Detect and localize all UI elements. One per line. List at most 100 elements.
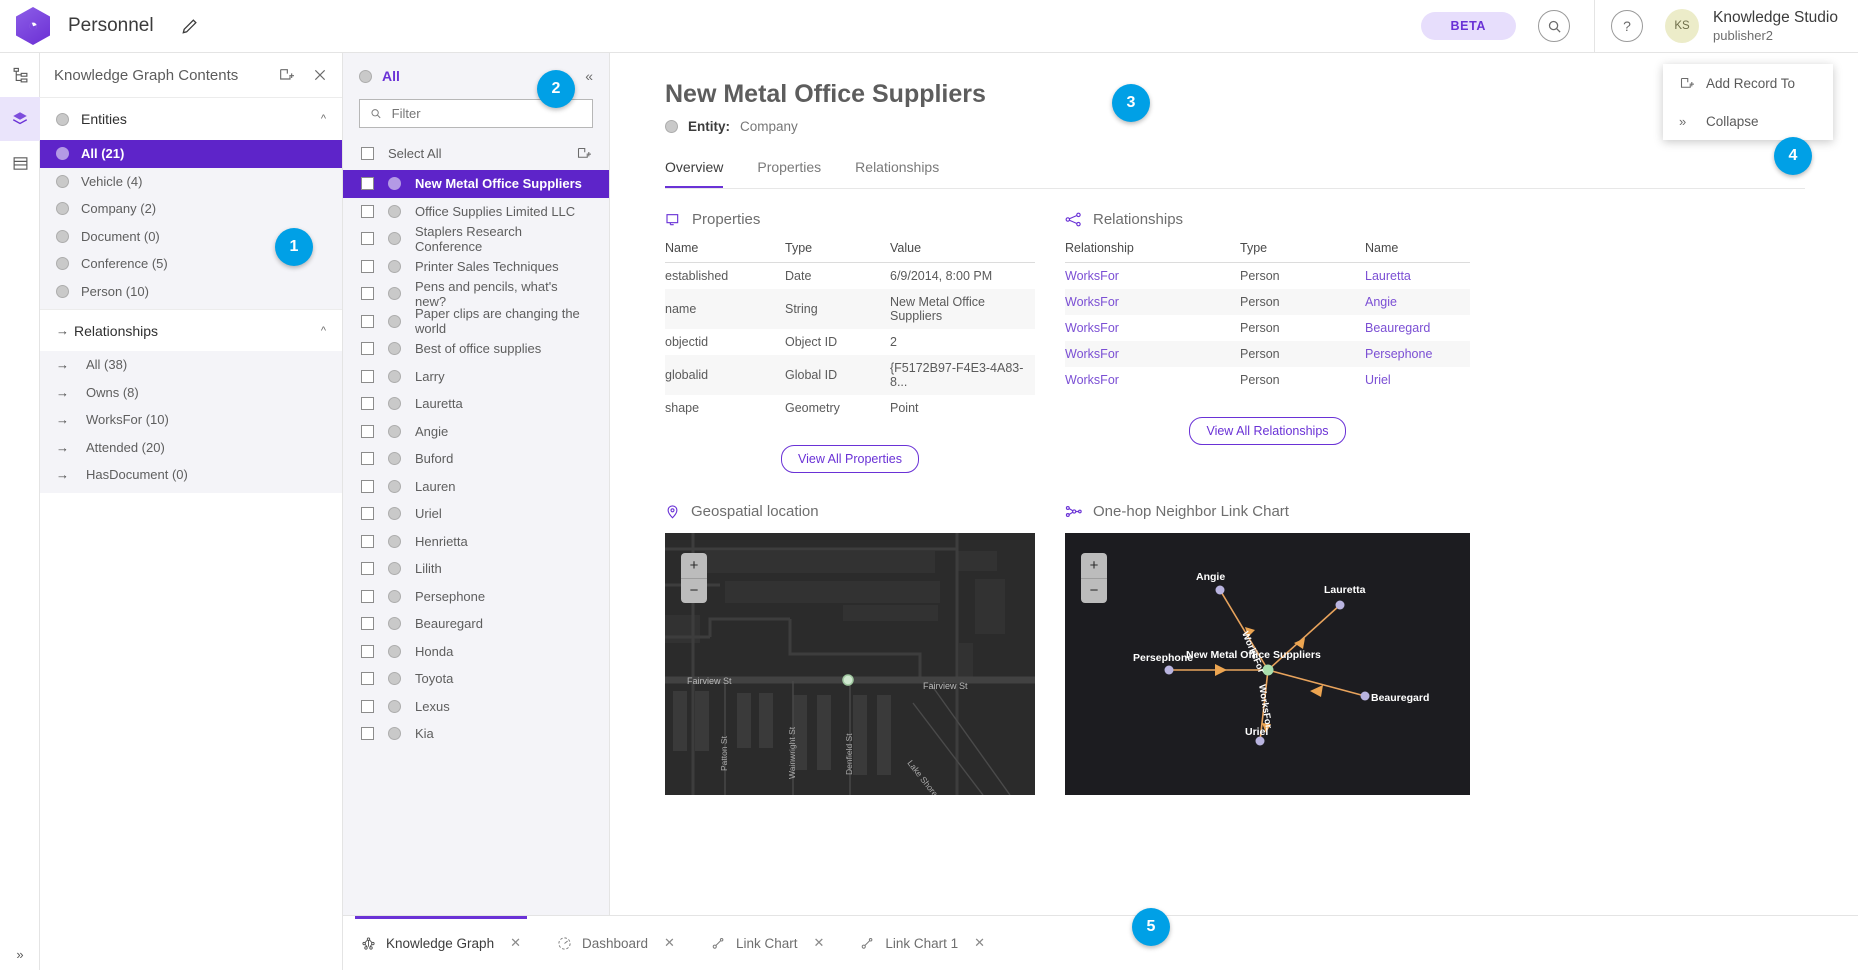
- bottom-tab-link-chart[interactable]: Link Chart ✕: [693, 916, 842, 970]
- list-item[interactable]: Toyota: [343, 665, 609, 693]
- related-entity-link[interactable]: Lauretta: [1365, 263, 1470, 290]
- list-item-checkbox[interactable]: [361, 287, 374, 300]
- entity-item-all[interactable]: All (21): [40, 140, 342, 168]
- list-item-checkbox[interactable]: [361, 617, 374, 630]
- view-all-relationships-button[interactable]: View All Relationships: [1189, 417, 1345, 445]
- list-item-checkbox[interactable]: [361, 260, 374, 273]
- help-icon[interactable]: ?: [1611, 10, 1643, 42]
- list-item[interactable]: Printer Sales Techniques: [343, 253, 609, 281]
- list-item[interactable]: Paper clips are changing the world: [343, 308, 609, 336]
- map-zoom-out-button[interactable]: −: [681, 579, 707, 604]
- list-item-checkbox[interactable]: [361, 177, 374, 190]
- bottom-tab-knowledge-graph[interactable]: Knowledge Graph ✕: [343, 916, 539, 970]
- relationship-name-link[interactable]: WorksFor: [1065, 289, 1240, 315]
- list-item-checkbox[interactable]: [361, 727, 374, 740]
- chevron-up-icon[interactable]: ^: [321, 325, 326, 337]
- chart-zoom-in-button[interactable]: +: [1081, 553, 1107, 579]
- related-entity-link[interactable]: Beauregard: [1365, 315, 1470, 341]
- list-item-checkbox[interactable]: [361, 700, 374, 713]
- list-item-checkbox[interactable]: [361, 590, 374, 603]
- search-icon[interactable]: [1538, 10, 1570, 42]
- rail-expand-icon[interactable]: »: [0, 947, 40, 962]
- list-item[interactable]: Henrietta: [343, 528, 609, 556]
- list-item[interactable]: Office Supplies Limited LLC: [343, 198, 609, 226]
- bottom-tab-link-chart-1[interactable]: Link Chart 1 ✕: [842, 916, 1003, 970]
- list-item-checkbox[interactable]: [361, 205, 374, 218]
- chart-zoom-controls[interactable]: + −: [1081, 553, 1107, 603]
- filter-input[interactable]: [392, 106, 582, 121]
- list-item[interactable]: Kia: [343, 720, 609, 748]
- avatar[interactable]: KS: [1665, 9, 1699, 43]
- list-item[interactable]: Pens and pencils, what's new?: [343, 280, 609, 308]
- close-icon[interactable]: ✕: [813, 935, 824, 951]
- add-to-icon[interactable]: [278, 67, 294, 83]
- list-item-checkbox[interactable]: [361, 370, 374, 383]
- list-item-checkbox[interactable]: [361, 562, 374, 575]
- link-chart-canvas[interactable]: Angie Lauretta Persephone Beauregard Uri…: [1065, 533, 1470, 795]
- entities-group-header[interactable]: Entities ^: [40, 98, 342, 140]
- related-entity-link[interactable]: Angie: [1365, 289, 1470, 315]
- select-all-checkbox[interactable]: [361, 147, 374, 160]
- rail-item-schema[interactable]: [0, 53, 40, 97]
- list-item-checkbox[interactable]: [361, 425, 374, 438]
- tab-properties[interactable]: Properties: [757, 159, 821, 188]
- relationship-item-hasdocument[interactable]: → HasDocument (0): [40, 461, 342, 489]
- list-item[interactable]: Uriel: [343, 500, 609, 528]
- menu-item-add-record-to[interactable]: Add Record To: [1663, 64, 1833, 102]
- relationship-name-link[interactable]: WorksFor: [1065, 315, 1240, 341]
- list-item-checkbox[interactable]: [361, 507, 374, 520]
- chevron-up-icon[interactable]: ^: [321, 113, 326, 125]
- list-item[interactable]: New Metal Office Suppliers: [343, 170, 609, 198]
- list-item[interactable]: Honda: [343, 638, 609, 666]
- pencil-icon[interactable]: [180, 16, 200, 36]
- related-entity-link[interactable]: Uriel: [1365, 367, 1470, 393]
- tab-overview[interactable]: Overview: [665, 159, 723, 188]
- app-logo-icon[interactable]: ◔: [16, 7, 50, 45]
- list-item[interactable]: Lilith: [343, 555, 609, 583]
- close-icon[interactable]: ✕: [664, 935, 675, 951]
- list-item-checkbox[interactable]: [361, 452, 374, 465]
- select-all-row[interactable]: Select All: [343, 136, 609, 170]
- relationship-name-link[interactable]: WorksFor: [1065, 263, 1240, 290]
- close-icon[interactable]: ✕: [510, 935, 521, 951]
- relationship-item-worksfor[interactable]: → WorksFor (10): [40, 406, 342, 434]
- close-icon[interactable]: [312, 67, 328, 83]
- view-all-properties-button[interactable]: View All Properties: [781, 445, 919, 473]
- collapse-left-icon[interactable]: «: [585, 68, 593, 84]
- list-item[interactable]: Buford: [343, 445, 609, 473]
- map-canvas[interactable]: Fairview St Fairview St Patton St Wainwr…: [665, 533, 1035, 795]
- relationship-item-attended[interactable]: → Attended (20): [40, 434, 342, 462]
- tab-relationships[interactable]: Relationships: [855, 159, 939, 188]
- list-item-checkbox[interactable]: [361, 232, 374, 245]
- list-item-checkbox[interactable]: [361, 535, 374, 548]
- list-item[interactable]: Lexus: [343, 693, 609, 721]
- relationship-item-all[interactable]: → All (38): [40, 351, 342, 379]
- rail-item-layers[interactable]: [0, 97, 40, 141]
- relationships-group-header[interactable]: → Relationships ^: [40, 309, 342, 351]
- map-zoom-in-button[interactable]: +: [681, 553, 707, 579]
- list-item[interactable]: Lauretta: [343, 390, 609, 418]
- list-item[interactable]: Beauregard: [343, 610, 609, 638]
- list-item[interactable]: Persephone: [343, 583, 609, 611]
- entity-item-vehicle[interactable]: Vehicle (4): [40, 168, 342, 196]
- related-entity-link[interactable]: Persephone: [1365, 341, 1470, 367]
- list-item-checkbox[interactable]: [361, 315, 374, 328]
- list-item-checkbox[interactable]: [361, 342, 374, 355]
- rail-item-table[interactable]: [0, 141, 40, 185]
- list-item-checkbox[interactable]: [361, 480, 374, 493]
- list-item[interactable]: Lauren: [343, 473, 609, 501]
- list-item[interactable]: Staplers Research Conference: [343, 225, 609, 253]
- chart-zoom-out-button[interactable]: −: [1081, 579, 1107, 604]
- list-item-checkbox[interactable]: [361, 645, 374, 658]
- add-to-icon[interactable]: [576, 146, 591, 161]
- menu-item-collapse[interactable]: » Collapse: [1663, 102, 1833, 140]
- entity-item-person[interactable]: Person (10): [40, 278, 342, 306]
- list-item-checkbox[interactable]: [361, 397, 374, 410]
- list-item-checkbox[interactable]: [361, 672, 374, 685]
- list-item[interactable]: Larry: [343, 363, 609, 391]
- relationship-name-link[interactable]: WorksFor: [1065, 341, 1240, 367]
- map-zoom-controls[interactable]: + −: [681, 553, 707, 603]
- list-item[interactable]: Best of office supplies: [343, 335, 609, 363]
- list-item[interactable]: Angie: [343, 418, 609, 446]
- entity-item-company[interactable]: Company (2): [40, 195, 342, 223]
